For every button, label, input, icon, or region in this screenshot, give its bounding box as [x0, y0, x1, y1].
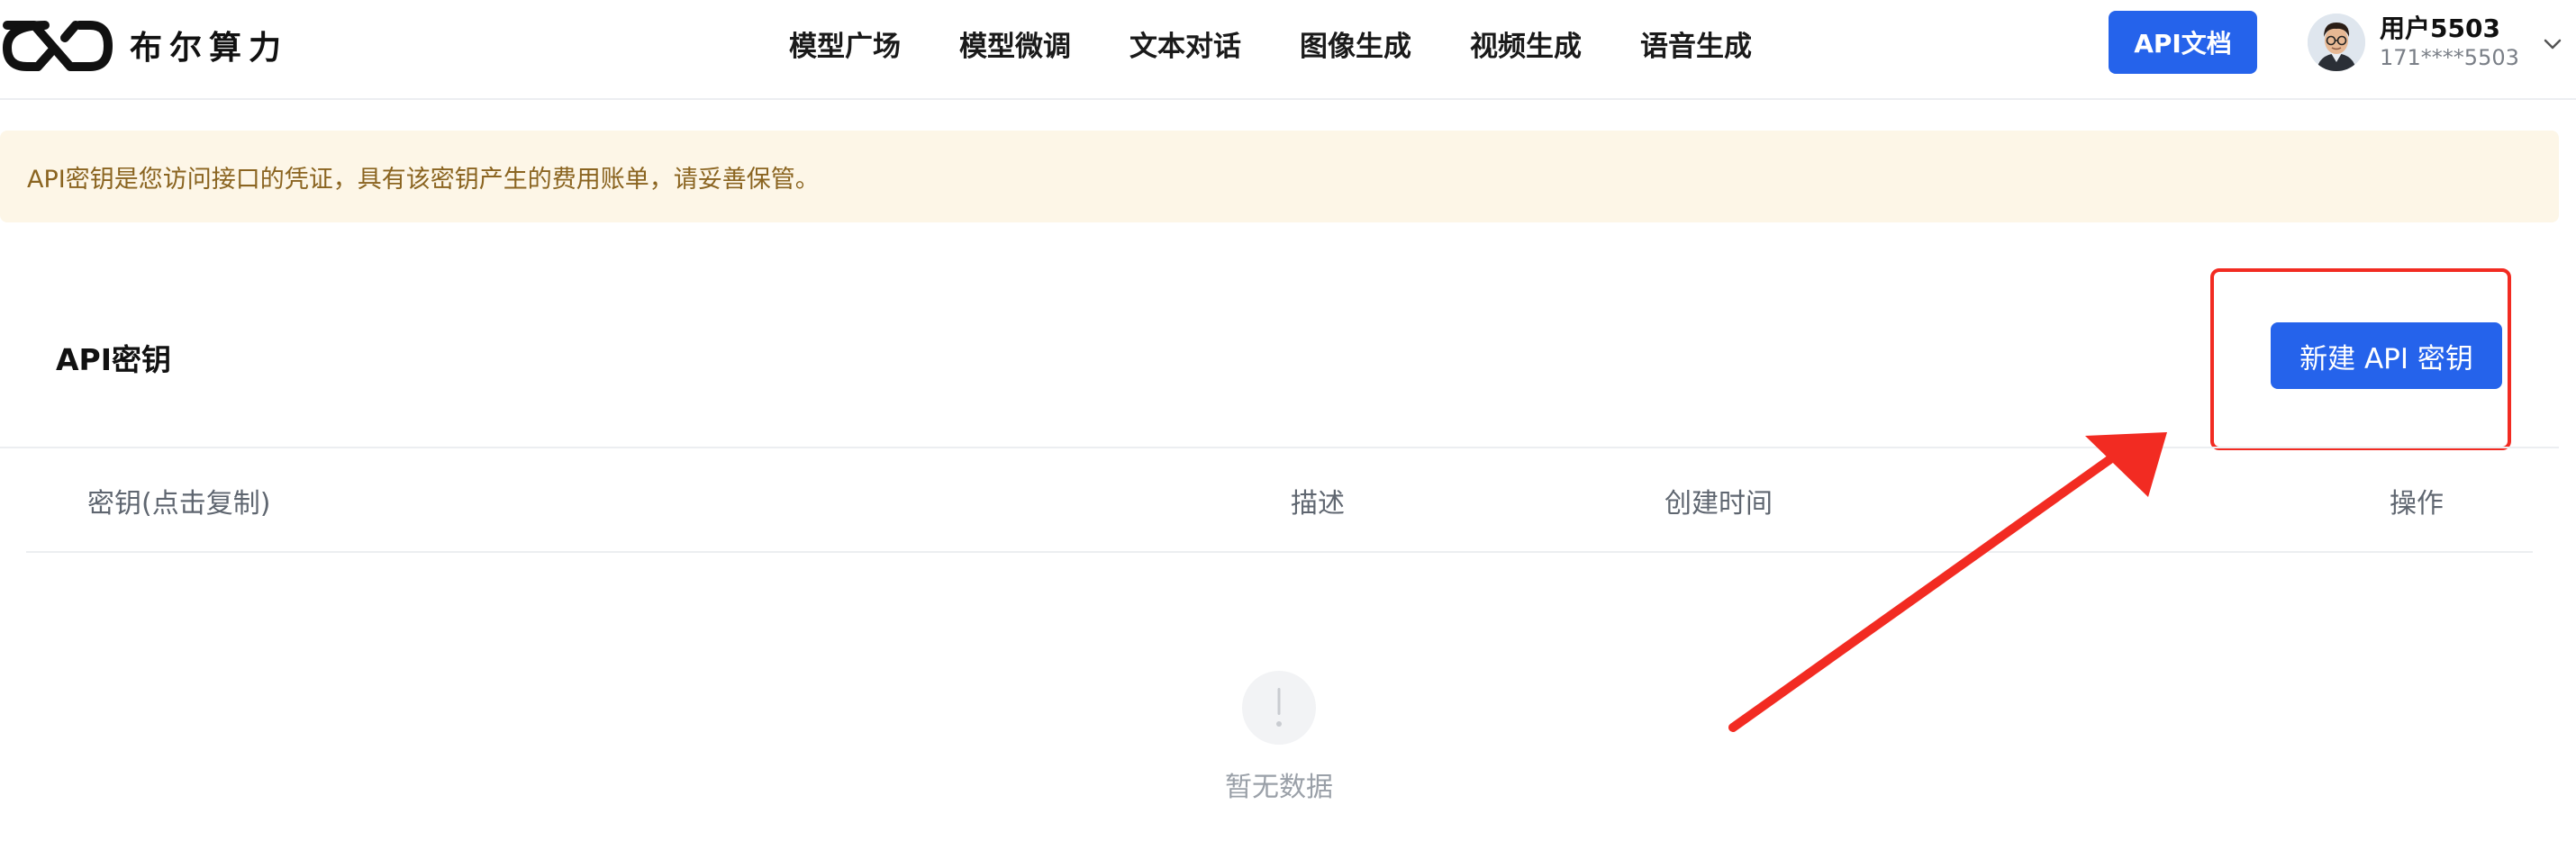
column-header-description: 描述 — [1291, 488, 1345, 520]
main-nav: 模型广场 模型微调 文本对话 图像生成 视频生成 语音生成 — [789, 0, 1752, 86]
avatar — [2308, 14, 2365, 71]
divider — [0, 447, 2559, 448]
column-header-key: 密钥(点击复制) — [87, 488, 271, 520]
user-name: 用户5503 — [2380, 14, 2500, 43]
exclamation-icon — [1276, 688, 1282, 727]
column-header-created-time: 创建时间 — [1664, 488, 1773, 520]
page-title: API密钥 — [56, 342, 172, 377]
api-key-notice: API密钥是您访问接口的凭证，具有该密钥产生的费用账单，请妥善保管。 — [0, 131, 2559, 222]
nav-item-speech-generation[interactable]: 语音生成 — [1640, 23, 1752, 64]
nav-item-video-generation[interactable]: 视频生成 — [1470, 23, 1582, 64]
user-avatar-icon — [2308, 14, 2365, 71]
nav-item-model-plaza[interactable]: 模型广场 — [789, 23, 901, 64]
empty-state: 暂无数据 — [1189, 671, 1369, 804]
chevron-down-icon[interactable] — [2543, 38, 2562, 50]
infinity-logo-icon — [3, 21, 113, 71]
user-menu[interactable]: 用户5503 171****5503 — [2308, 11, 2562, 74]
nav-item-model-finetune[interactable]: 模型微调 — [959, 23, 1071, 64]
nav-item-image-generation[interactable]: 图像生成 — [1300, 23, 1411, 64]
empty-state-text: 暂无数据 — [1225, 772, 1333, 803]
notice-text: API密钥是您访问接口的凭证，具有该密钥产生的费用账单，请妥善保管。 — [27, 165, 820, 194]
brand-logo[interactable]: 布尔算力 — [0, 7, 288, 83]
annotation-highlight-box — [2210, 268, 2511, 450]
column-header-actions: 操作 — [2390, 488, 2444, 520]
top-navigation-bar: 布尔算力 模型广场 模型微调 文本对话 图像生成 视频生成 语音生成 API文档… — [0, 0, 2576, 100]
user-phone: 171****5503 — [2380, 45, 2519, 70]
nav-item-text-chat[interactable]: 文本对话 — [1129, 23, 1241, 64]
brand-name: 布尔算力 — [130, 29, 289, 67]
table-header: 密钥(点击复制) 描述 创建时间 操作 — [26, 450, 2533, 553]
api-docs-button[interactable]: API文档 — [2109, 11, 2257, 74]
empty-state-icon — [1242, 671, 1316, 745]
user-info: 用户5503 171****5503 — [2380, 14, 2519, 71]
